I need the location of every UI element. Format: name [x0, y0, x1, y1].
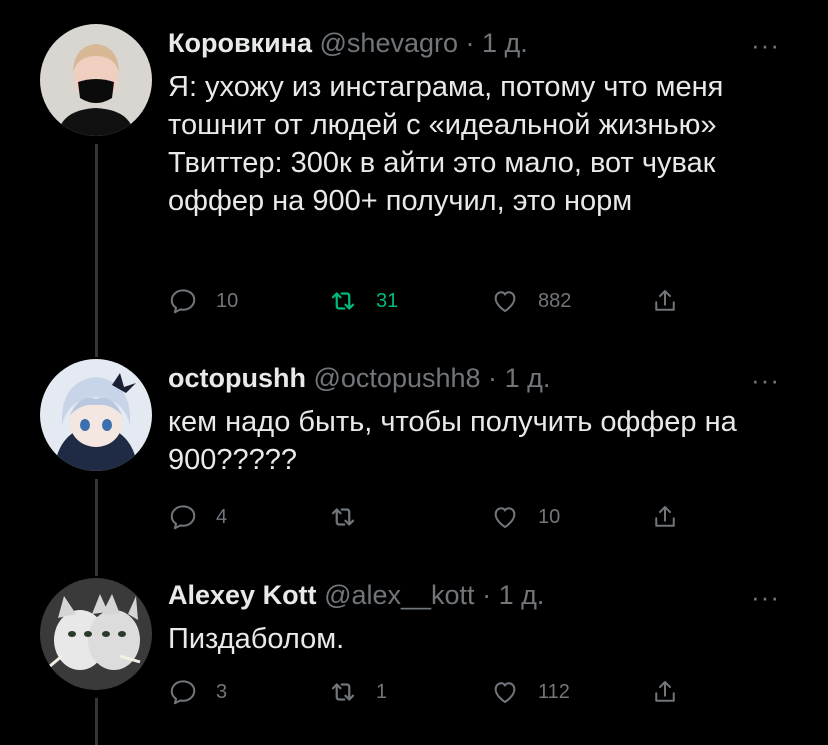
heart-icon	[494, 507, 516, 528]
separator-dot: ·	[465, 28, 475, 58]
avatar-cat-image	[40, 578, 152, 690]
tweet-actions: 3 1 112	[168, 672, 728, 712]
tweet-2[interactable]: octopushh @octopushh8 · 1 д. ··· кем над…	[0, 345, 828, 560]
share-icon	[655, 681, 675, 702]
author-handle[interactable]: @alex__kott	[324, 580, 475, 610]
tweet-header: Коровкина @shevagro · 1 д.	[168, 28, 528, 59]
tweet-header: Alexey Kott @alex__kott · 1 д.	[168, 580, 544, 611]
retweet-icon	[331, 292, 355, 310]
like-button[interactable]: 112	[490, 672, 570, 712]
share-button[interactable]	[650, 281, 680, 321]
tweet-3[interactable]: Alexey Kott @alex__kott · 1 д. ··· Пизда…	[0, 560, 828, 745]
like-count: 882	[538, 289, 572, 312]
avatar-woman-image	[40, 24, 152, 136]
reply-icon	[170, 289, 196, 314]
avatar[interactable]	[40, 24, 152, 136]
tweet-text: Я: ухожу из инстаграма, потому что меня …	[168, 71, 724, 217]
avatar[interactable]	[40, 359, 152, 471]
tweet-1[interactable]: Коровкина @shevagro · 1 д. ··· Я: ухожу …	[0, 0, 828, 345]
retweet-button[interactable]: 31	[328, 281, 398, 321]
reply-icon	[170, 680, 196, 705]
avatar-anime-image	[40, 359, 152, 471]
reply-button[interactable]: 3	[168, 672, 227, 712]
thread-line	[95, 479, 98, 560]
thread-line	[95, 345, 98, 357]
reply-icon	[170, 505, 196, 530]
more-options-icon[interactable]: ···	[751, 365, 780, 396]
like-button[interactable]: 10	[490, 497, 560, 537]
retweet-icon	[331, 508, 355, 526]
separator-dot: ·	[488, 363, 498, 393]
author-handle[interactable]: @octopushh8	[314, 363, 481, 393]
avatar[interactable]	[40, 578, 152, 690]
author-name[interactable]: octopushh	[168, 363, 306, 393]
author-handle[interactable]: @shevagro	[320, 28, 458, 58]
thread-line	[95, 144, 98, 345]
share-icon	[655, 290, 675, 311]
like-count: 10	[538, 505, 561, 528]
reply-button[interactable]: 4	[168, 497, 227, 537]
retweet-icon	[331, 683, 355, 701]
heart-icon	[494, 682, 516, 703]
tweet-text: Пиздаболом.	[168, 623, 345, 655]
tweet-header: octopushh @octopushh8 · 1 д.	[168, 363, 550, 394]
author-name[interactable]: Коровкина	[168, 28, 312, 58]
more-options-icon[interactable]: ···	[751, 582, 780, 613]
reply-count: 10	[216, 289, 239, 312]
tweet-actions: 4 10	[168, 497, 728, 537]
retweet-button[interactable]	[328, 497, 376, 537]
timestamp[interactable]: 1 д.	[499, 580, 545, 610]
share-button[interactable]	[650, 497, 680, 537]
like-count: 112	[538, 680, 570, 703]
retweet-button[interactable]: 1	[328, 672, 387, 712]
tweet-actions: 10 31 882	[168, 281, 728, 321]
heart-icon	[494, 291, 516, 312]
more-options-icon[interactable]: ···	[751, 30, 780, 61]
thread-line	[95, 560, 98, 576]
reply-button[interactable]: 10	[168, 281, 238, 321]
reply-count: 3	[216, 680, 228, 703]
like-button[interactable]: 882	[490, 281, 571, 321]
timestamp[interactable]: 1 д.	[505, 363, 551, 393]
thread-line	[95, 698, 98, 745]
reply-count: 4	[216, 505, 228, 528]
share-button[interactable]	[650, 672, 680, 712]
tweet-text: кем надо быть, чтобы получить оффер на 9…	[168, 406, 737, 476]
separator-dot: ·	[482, 580, 492, 610]
author-name[interactable]: Alexey Kott	[168, 580, 317, 610]
timestamp[interactable]: 1 д.	[482, 28, 528, 58]
retweet-count: 31	[376, 289, 399, 312]
retweet-count: 1	[376, 680, 388, 703]
share-icon	[655, 506, 675, 527]
